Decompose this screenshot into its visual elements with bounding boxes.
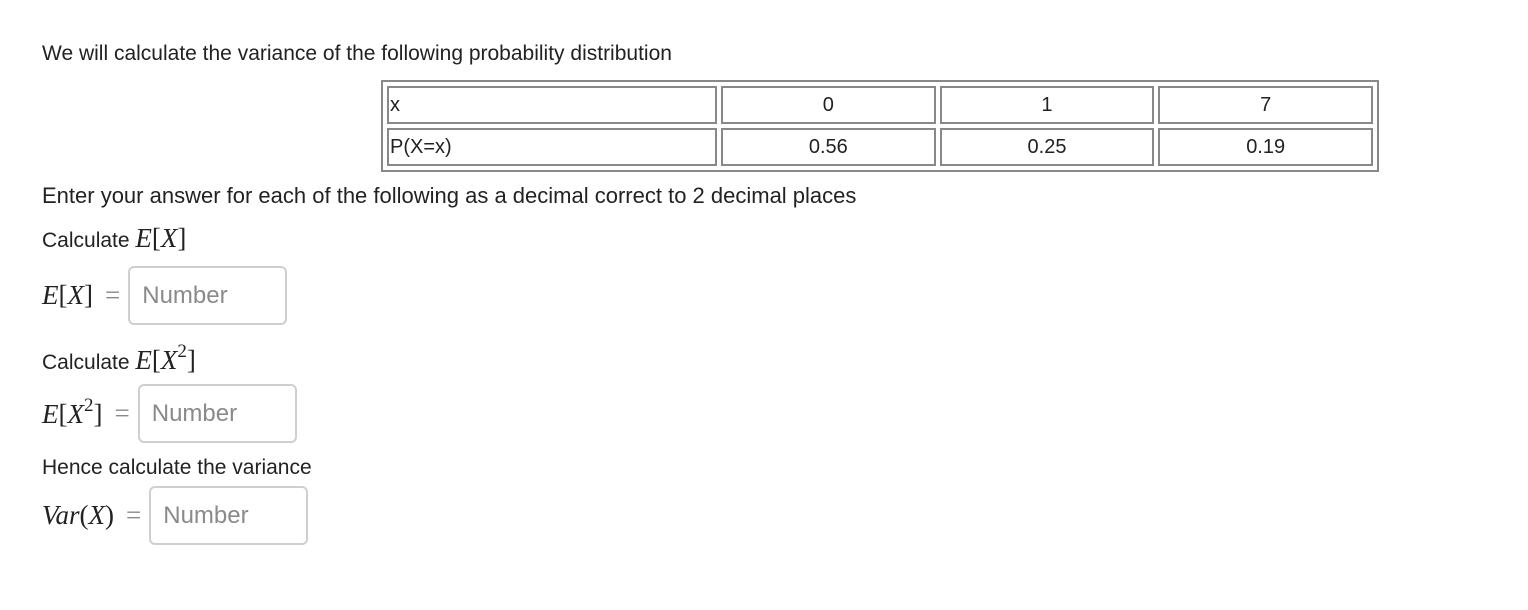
question-3-answer-row: Var(X) = (42, 486, 309, 545)
table-row-label: x (387, 86, 717, 124)
intro-text: We will calculate the variance of the fo… (42, 42, 672, 65)
question-1-lhs: E[X] (42, 280, 93, 310)
question-2-prompt-math: E[X2] (135, 341, 196, 375)
expected-value-input[interactable] (128, 266, 288, 325)
question-1-answer-row: E[X] = (42, 266, 288, 325)
table-cell: 0 (721, 86, 936, 124)
table-row-x: x 0 1 7 (387, 86, 1373, 124)
question-3-lhs: Var(X) (42, 500, 115, 530)
table-cell: 0.56 (721, 128, 936, 166)
question-3-prompt: Hence calculate the variance (42, 456, 312, 479)
expected-square-input[interactable] (137, 384, 297, 443)
table-cell: 7 (1158, 86, 1373, 124)
instruction-text: Enter your answer for each of the follow… (42, 183, 857, 208)
table-cell: 1 (939, 86, 1155, 124)
table-row-label: P(X=x) (387, 128, 717, 166)
question-2-answer-row: E[X2] = (42, 384, 297, 443)
question-2-prompt-text: Calculate (42, 351, 130, 374)
question-2-prompt: Calculate E[X2] (42, 340, 196, 377)
equals-sign: = (105, 280, 121, 310)
table-cell: 0.25 (939, 128, 1155, 166)
table-row-probability: P(X=x) 0.56 0.25 0.19 (387, 128, 1373, 166)
table-cell: 0.19 (1158, 128, 1373, 166)
variance-input[interactable] (149, 486, 309, 545)
equals-sign: = (114, 398, 130, 428)
probability-distribution-table: x 0 1 7 P(X=x) 0.56 0.25 0.19 (381, 80, 1379, 172)
question-1-prompt-text: Calculate (42, 229, 130, 252)
question-1-prompt-math: E[X] (135, 223, 187, 253)
question-2-lhs: E[X2] (42, 395, 103, 429)
question-1-prompt: Calculate E[X] (42, 224, 186, 255)
equals-sign: = (126, 500, 142, 530)
